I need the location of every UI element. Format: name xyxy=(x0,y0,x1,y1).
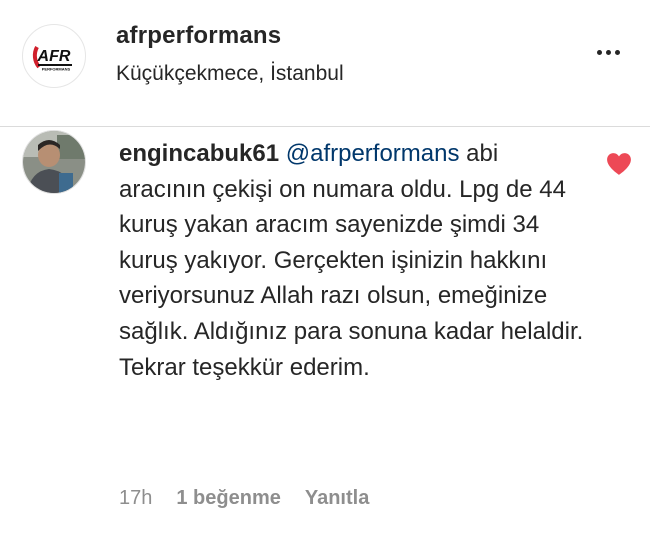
post-header: AFR PERFORMANS afrperformans Küçükçekmec… xyxy=(0,0,650,126)
comment-likes-count[interactable]: 1 beğenme xyxy=(176,487,280,510)
more-horizontal-icon-dot xyxy=(614,49,620,55)
afr-logo: AFR PERFORMANS xyxy=(32,46,72,72)
heart-filled-icon xyxy=(607,153,631,175)
comment-timestamp[interactable]: 17h xyxy=(119,487,152,510)
comment-body: engincabuk61 @afrperformans abi aracının… xyxy=(119,136,589,385)
more-horizontal-icon-dot xyxy=(605,49,611,55)
profile-photo xyxy=(23,131,85,193)
header-divider xyxy=(0,126,650,127)
more-horizontal-icon xyxy=(596,49,602,55)
more-options-button[interactable] xyxy=(588,34,628,70)
post-username[interactable]: afrperformans xyxy=(116,22,281,50)
comment-meta: 17h 1 beğenme Yanıtla xyxy=(119,487,369,510)
logo-subtext: PERFORMANS xyxy=(42,67,71,72)
reply-button[interactable]: Yanıtla xyxy=(305,487,369,510)
account-avatar[interactable]: AFR PERFORMANS xyxy=(22,24,86,88)
comment-text: abi aracının çekişi on numara oldu. Lpg … xyxy=(119,140,584,381)
logo-text: AFR xyxy=(37,48,71,65)
post-location[interactable]: Küçükçekmece, İstanbul xyxy=(116,62,344,86)
mention-link[interactable]: @afrperformans xyxy=(286,140,460,167)
comment-author-username[interactable]: engincabuk61 xyxy=(119,140,279,167)
commenter-avatar[interactable] xyxy=(22,130,86,194)
like-comment-button[interactable] xyxy=(606,152,634,176)
